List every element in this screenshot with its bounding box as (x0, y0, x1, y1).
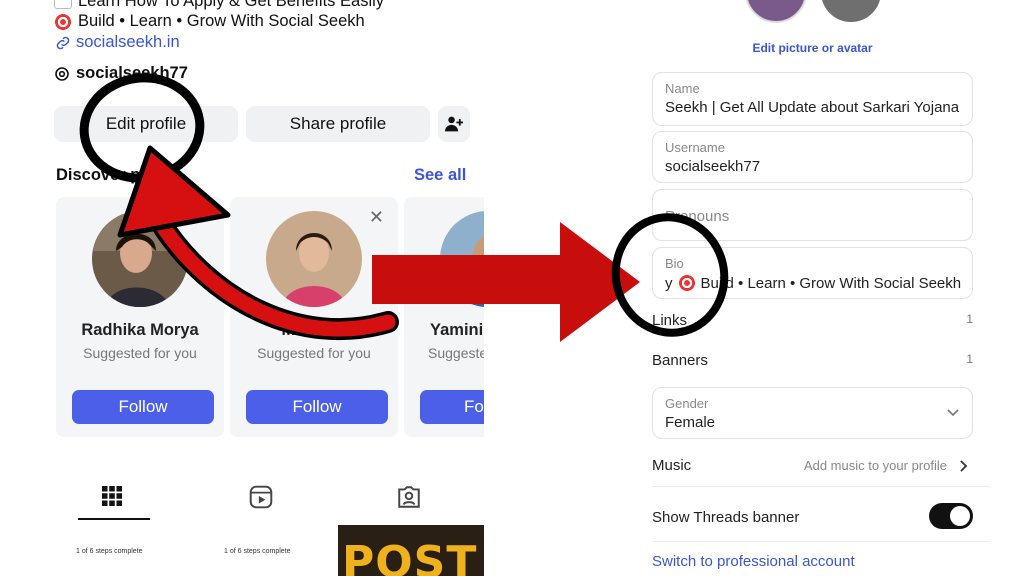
bio-line-1-text: Learn How To Apply & Get Benefits Easily (78, 0, 385, 10)
bio-value-prefix: y (665, 274, 673, 292)
music-row[interactable]: Music Add music to your profile (652, 457, 973, 474)
discover-people-button[interactable] (438, 106, 470, 142)
chevron-right-icon (960, 460, 968, 472)
target-emoji-icon (677, 274, 696, 292)
gender-select[interactable]: Gender Female (652, 387, 973, 439)
edit-picture-link[interactable]: Edit picture or avatar (640, 41, 985, 55)
instagram-profile-panel: Learn How To Apply & Get Benefits Easily… (38, 0, 484, 576)
target-emoji-icon (54, 12, 72, 31)
suggestion-subtitle: Suggeste (428, 345, 484, 361)
tab-grid[interactable] (100, 484, 128, 512)
add-person-icon (445, 116, 463, 132)
banners-row[interactable]: Banners 1 (652, 352, 973, 369)
reels-icon (249, 485, 273, 509)
bio-label: Bio (665, 256, 684, 271)
switch-professional-link[interactable]: Switch to professional account (652, 553, 973, 570)
suggestion-subtitle: Suggested for you (257, 345, 371, 361)
tagged-icon (398, 486, 420, 508)
link-icon (56, 36, 70, 49)
share-profile-button[interactable]: Share profile (246, 106, 430, 142)
music-label: Music (652, 457, 692, 474)
threads-icon (55, 66, 69, 81)
suggestion-card: ✕ Makeo... Suggested for you Follow (230, 197, 398, 437)
avatar (266, 211, 362, 307)
bio-line-1: Learn How To Apply & Get Benefits Easily (54, 0, 384, 11)
chevron-down-icon (947, 409, 959, 417)
follow-button[interactable]: Follow (72, 390, 214, 424)
gender-value: Female (665, 414, 716, 431)
profile-link[interactable]: socialseekh.in (54, 33, 180, 52)
links-row[interactable]: Links 1 (652, 312, 973, 329)
bio-field[interactable]: Bio y Build • Learn • Grow With Social S… (652, 247, 973, 299)
follow-button[interactable]: Follow (246, 390, 388, 424)
post-thumbnail[interactable]: POST (338, 525, 484, 576)
avatar (440, 211, 484, 307)
follow-button[interactable]: Fo (420, 390, 484, 424)
username-label: Username (665, 140, 725, 155)
username-value[interactable]: socialseekh77 (665, 158, 760, 175)
chart-emoji-icon (54, 0, 72, 9)
toggle-knob (950, 506, 970, 526)
suggestion-name: Yamini (430, 321, 484, 339)
post-thumbnail-text: POST (342, 537, 478, 576)
links-count: 1 (966, 312, 973, 326)
steps-progress-text: 1 of 6 steps complete (76, 548, 143, 555)
see-all-link[interactable]: See all (414, 166, 466, 185)
pronouns-label: Pronouns (665, 208, 730, 225)
suggestion-card: Yamini Suggeste Fo (404, 197, 484, 437)
links-label: Links (652, 312, 688, 329)
edit-profile-button[interactable]: Edit profile (54, 106, 238, 142)
edit-profile-panel: Edit picture or avatar Name Seekh | Get … (640, 0, 990, 576)
suggestion-name: Radhika Morya (81, 321, 199, 339)
suggestion-name: Makeo... (281, 321, 347, 339)
threads-handle-text: socialseekh77 (76, 64, 188, 82)
threads-banner-label: Show Threads banner (652, 509, 800, 526)
profile-action-buttons: Edit profile Share profile (54, 106, 470, 142)
threads-banner-row: Show Threads banner (652, 503, 973, 529)
pronouns-field[interactable]: Pronouns (652, 189, 973, 241)
profile-link-text[interactable]: socialseekh.in (76, 33, 180, 52)
profile-picture[interactable] (744, 0, 808, 24)
avatar-placeholder[interactable] (820, 0, 882, 24)
tab-tagged[interactable] (396, 484, 424, 512)
suggestion-subtitle: Suggested for you (83, 345, 197, 361)
name-field[interactable]: Name Seekh | Get All Update about Sarkar… (652, 72, 973, 126)
music-placeholder: Add music to your profile (803, 458, 947, 473)
banners-count: 1 (966, 352, 973, 366)
steps-progress-text: 1 of 6 steps complete (224, 548, 291, 555)
bio-line-2-text: Build • Learn • Grow With Social Seekh (78, 12, 365, 30)
bio-line-2: Build • Learn • Grow With Social Seekh (54, 12, 365, 31)
tab-reels[interactable] (248, 484, 276, 512)
divider (652, 486, 990, 487)
threads-badge[interactable]: socialseekh77 (54, 64, 188, 83)
edit-profile-label: Edit profile (105, 114, 187, 133)
suggestion-card: Radhika Morya Suggested for you Follow (56, 197, 224, 437)
gender-label: Gender (665, 396, 709, 411)
avatar (92, 211, 188, 307)
bio-value-text: Build • Learn • Grow With Social Seekh (700, 274, 962, 292)
share-profile-label: Share profile (289, 114, 387, 133)
bio-value[interactable]: y Build • Learn • Grow With Social Seekh (665, 274, 961, 292)
grid-icon (102, 486, 122, 506)
divider (652, 541, 990, 542)
username-field[interactable]: Username socialseekh77 (652, 131, 973, 183)
close-icon[interactable]: ✕ (369, 207, 384, 228)
discover-people-title: Discover people (56, 166, 184, 184)
active-tab-indicator (78, 518, 150, 520)
threads-banner-toggle[interactable] (929, 503, 973, 529)
banners-label: Banners (652, 352, 708, 369)
name-label: Name (665, 81, 700, 96)
name-value[interactable]: Seekh | Get All Update about Sarkari Yoj… (665, 99, 959, 116)
profile-tabs (38, 480, 484, 520)
